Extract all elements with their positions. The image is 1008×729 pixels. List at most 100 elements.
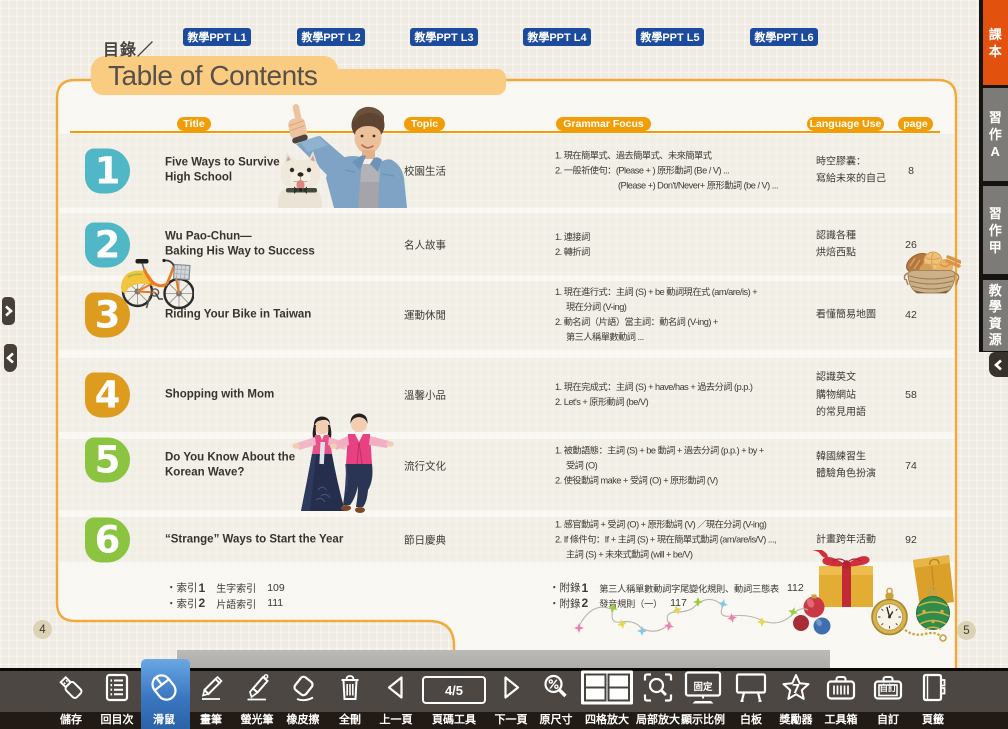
table-row: 4 Shopping with Mom 溫馨小品 1. 現在完成式：主詞 (S)…	[0, 358, 1008, 432]
tool-original-size[interactable]: 原尺寸	[533, 668, 579, 729]
sidebar-tab-textbook[interactable]: 課本	[983, 0, 1008, 85]
tool-display-ratio[interactable]: 固定 顯示比例	[680, 668, 726, 729]
ratio-fixed-label: 固定	[693, 679, 712, 693]
student-thumbsup-photo	[262, 92, 407, 208]
unit-number-badge: 6	[85, 517, 130, 562]
tool-toolbox[interactable]: 工具箱	[818, 668, 864, 729]
tool-label: 回目次	[101, 711, 134, 727]
tool-highlighter[interactable]: 螢光筆	[234, 668, 280, 729]
sidebar-tab-teaching-resources[interactable]: 教學資源	[983, 280, 1008, 351]
ppt-button-l6[interactable]: 教學PPT L6	[750, 28, 818, 46]
unit-number-badge: 4	[85, 373, 130, 418]
tool-label: 畫筆	[200, 711, 222, 727]
tool-label: 螢光筆	[241, 711, 274, 727]
page-forward-edge-button[interactable]	[2, 297, 15, 325]
tool-page-indicator[interactable]: 4/5 頁碼工具	[431, 668, 477, 729]
unit-number-badge: 1	[85, 148, 130, 193]
unit-topic: 校園生活	[404, 163, 446, 178]
tool-label: 上一頁	[380, 711, 413, 727]
breadcrumb: 目錄／	[103, 36, 154, 60]
sidebar-tab-workbook-jia[interactable]: 習作甲	[983, 186, 1008, 274]
tool-label: 獎勵器	[780, 711, 813, 727]
ppt-button-l4[interactable]: 教學PPT L4	[523, 28, 591, 46]
unit-page-number: 42	[891, 309, 931, 321]
reward-count: 7	[792, 682, 800, 696]
unit-grammar-focus: 1. 現在簡單式、過去簡單式、未來簡單式 2. 一般祈使句：(Please + …	[555, 148, 845, 193]
zoom-area-icon	[642, 672, 674, 709]
tool-pen[interactable]: 畫筆	[188, 668, 234, 729]
bulldog-figure	[278, 151, 322, 208]
unit-topic: 溫馨小品	[404, 388, 446, 403]
tool-label: 顯示比例	[681, 711, 725, 727]
tool-label: 四格放大	[585, 711, 629, 727]
tool-label: 頁籤	[922, 711, 944, 727]
gold-gift-box	[812, 550, 873, 607]
index-item: ・索引1生字索引109	[166, 580, 285, 596]
tool-label: 下一頁	[495, 711, 528, 727]
tool-page-tabs[interactable]: 頁籤	[910, 668, 956, 729]
page-indicator-box[interactable]: 4/5	[422, 676, 486, 704]
unit-topic: 節日慶典	[404, 532, 446, 547]
tool-prev-page[interactable]: 上一頁	[373, 668, 419, 729]
tool-label: 全刪	[339, 711, 361, 727]
unit-grammar-focus: 1. 現在進行式：主詞 (S) + be 動詞現在式 (am/are/is) +…	[555, 285, 845, 345]
index-item: ・索引2片語索引111	[166, 596, 285, 612]
woman-figure	[292, 417, 351, 512]
tool-label: 原尺寸	[540, 711, 573, 727]
unit-page-number: 58	[891, 389, 931, 401]
tool-label: 自訂	[877, 711, 899, 727]
toolbar: 儲存 回目次 滑鼠 畫筆 螢光筆 橡皮擦 全刪 上一頁 4/5 頁碼工具 下一頁…	[0, 668, 1008, 729]
tool-label: 白板	[740, 711, 762, 727]
ppt-button-l1[interactable]: 教學PPT L1	[183, 28, 251, 46]
unit-title: “Strange” Ways to Start the Year	[165, 532, 371, 548]
tool-delete-all[interactable]: 全刪	[327, 668, 373, 729]
tool-save[interactable]: 儲存	[48, 668, 94, 729]
tool-eraser[interactable]: 橡皮擦	[280, 668, 326, 729]
index-list: ・索引1生字索引109 ・索引2片語索引111	[166, 580, 285, 611]
zoom-percent-icon	[541, 673, 571, 708]
tool-next-page[interactable]: 下一頁	[488, 668, 534, 729]
bread-basket-photo	[902, 249, 961, 297]
mouse-icon	[148, 672, 180, 709]
quad-grid-icon	[581, 671, 633, 710]
christmas-gifts-photo	[793, 550, 960, 645]
column-header-topic: Topic	[404, 117, 445, 131]
sidebar-tab-workbook-a[interactable]: 習作A	[983, 88, 1008, 181]
tool-reward[interactable]: 7 獎勵器	[773, 668, 819, 729]
column-header-grammar-focus: Grammar Focus	[556, 117, 651, 131]
toc-list-icon	[102, 673, 132, 708]
tool-toc[interactable]: 回目次	[94, 668, 140, 729]
star-bulbs	[574, 597, 799, 636]
unit-page-number: 8	[891, 165, 931, 177]
custom-case-label: 自訂	[879, 682, 896, 694]
trash-icon	[335, 673, 365, 708]
tool-label: 橡皮擦	[287, 711, 320, 727]
column-header-title: Title	[177, 117, 211, 131]
ppt-button-l5[interactable]: 教學PPT L5	[636, 28, 704, 46]
next-page-preview[interactable]	[177, 650, 830, 670]
hanbok-couple-photo	[288, 412, 394, 515]
ppt-button-l2[interactable]: 教學PPT L2	[297, 28, 365, 46]
unit-page-number: 92	[891, 534, 931, 546]
tool-mouse[interactable]: 滑鼠	[141, 668, 187, 729]
ppt-button-l3[interactable]: 教學PPT L3	[410, 28, 478, 46]
tool-whiteboard[interactable]: 白板	[728, 668, 774, 729]
table-row: 1 Five Ways to Survive High School 校園生活 …	[0, 134, 1008, 208]
tool-label: 局部放大	[636, 711, 680, 727]
unit-grammar-focus: 1. 被動語態：主詞 (S) + be 動詞 + 過去分詞 (p.p.) + b…	[555, 443, 845, 488]
tool-quad-zoom[interactable]: 四格放大	[584, 668, 630, 729]
unit-topic: 名人故事	[404, 237, 446, 252]
tool-label: 儲存	[60, 711, 82, 727]
page-back-edge-button[interactable]	[4, 344, 17, 372]
tool-label: 頁碼工具	[432, 711, 476, 727]
tool-custom[interactable]: 自訂 自訂	[865, 668, 911, 729]
sidebar-collapse-button[interactable]	[989, 352, 1008, 377]
unit-grammar-focus: 1. 連接詞 2. 轉折詞	[555, 230, 845, 260]
prev-triangle-icon	[381, 673, 411, 708]
column-header-language-use: Language Use	[807, 117, 884, 131]
tool-area-zoom[interactable]: 局部放大	[635, 668, 681, 729]
unit-title: Wu Pao-Chun— Baking His Way to Success	[165, 229, 371, 260]
bike-basket	[174, 265, 190, 280]
eraser-icon	[288, 673, 318, 708]
page-title: Table of Contents	[108, 60, 348, 92]
